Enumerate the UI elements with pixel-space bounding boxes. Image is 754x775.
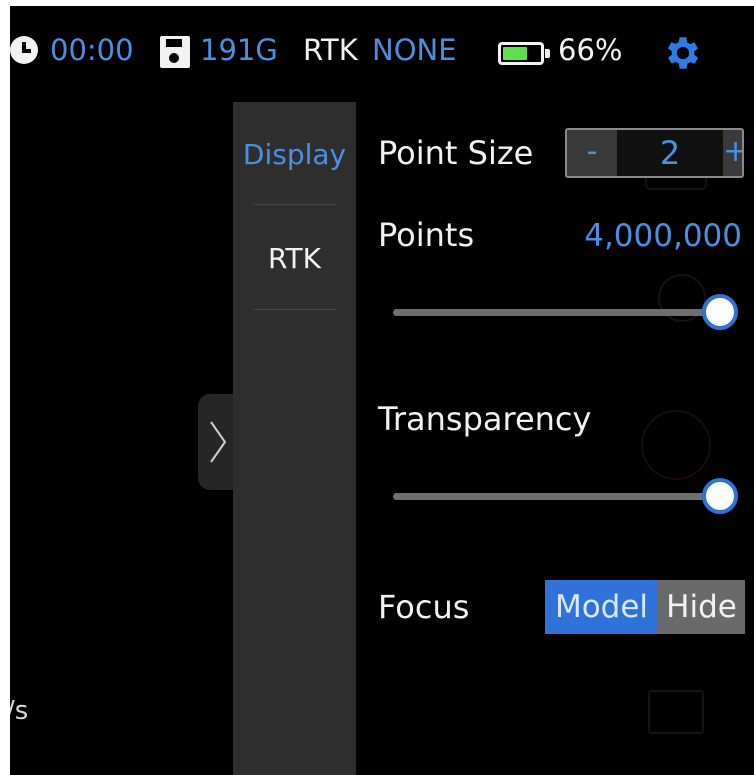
display-settings-panel — [356, 102, 754, 775]
menu-divider — [253, 309, 337, 310]
collapse-panel-tab[interactable] — [198, 394, 238, 490]
app-screen: /s 00:00 191G RTK NONE 66% Display RTK P… — [10, 6, 754, 775]
rtk-label: RTK — [303, 33, 358, 67]
transparency-slider[interactable] — [393, 476, 738, 516]
points-slider-track[interactable] — [393, 309, 720, 316]
point-size-label: Point Size — [378, 134, 534, 172]
points-label: Points — [378, 216, 475, 254]
timer: 00:00 — [50, 33, 134, 67]
point-size-value: 2 — [617, 130, 723, 176]
gear-icon[interactable] — [662, 32, 704, 74]
status-bar: 00:00 191G RTK NONE 66% — [10, 6, 754, 96]
speed-readout: /s — [10, 696, 29, 726]
storage-remaining: 191G — [200, 33, 278, 67]
point-size-decrease-button[interactable]: - — [567, 130, 617, 176]
sd-card-icon — [160, 36, 190, 68]
points-slider[interactable] — [393, 292, 738, 332]
point-size-stepper: - 2 + — [565, 128, 744, 178]
focus-label: Focus — [378, 588, 470, 626]
transparency-label: Transparency — [378, 400, 592, 438]
clock-icon — [10, 36, 38, 64]
points-value: 4,000,000 — [584, 218, 742, 254]
settings-menu: Display RTK — [233, 102, 356, 775]
point-size-increase-button[interactable]: + — [723, 130, 742, 176]
chevron-right-icon — [210, 421, 227, 463]
points-slider-thumb[interactable] — [702, 294, 738, 330]
menu-item-rtk[interactable]: RTK — [233, 242, 356, 275]
rtk-status: NONE — [372, 33, 457, 67]
focus-segmented-control: Model Hide — [545, 580, 745, 634]
battery-icon — [498, 42, 550, 65]
transparency-slider-track[interactable] — [393, 493, 720, 500]
menu-divider — [253, 204, 337, 205]
focus-option-model[interactable]: Model — [545, 580, 658, 634]
transparency-slider-thumb[interactable] — [702, 478, 738, 514]
battery-percent: 66% — [558, 33, 623, 67]
menu-item-display[interactable]: Display — [233, 138, 356, 171]
focus-option-hide[interactable]: Hide — [658, 580, 745, 634]
